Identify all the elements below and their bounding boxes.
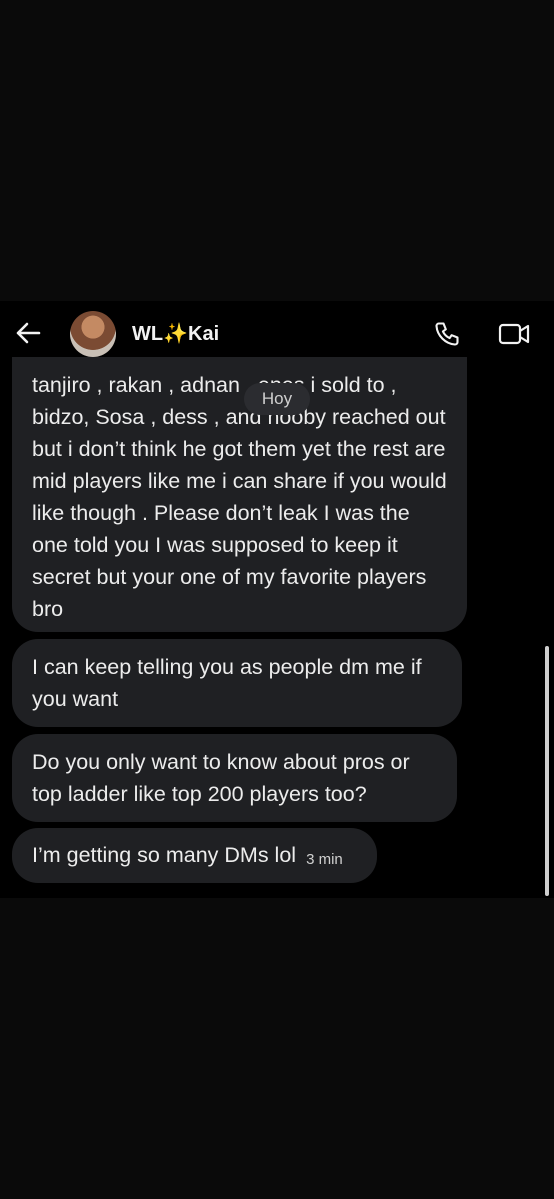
message-bubble[interactable]: I can keep telling you as people dm me i… [12,639,462,727]
message-text: tanjiro , rakan , adnan , enes i sold to… [32,373,447,621]
message-text: Do you only want to know about pros or t… [32,750,410,806]
message-text: I can keep telling you as people dm me i… [32,655,422,711]
message-text: I’m getting so many DMs lol [32,843,297,867]
phone-icon[interactable] [433,320,461,348]
chat-screen: WL✨Kai tanjiro , rakan , adnan , enes i … [0,301,554,898]
date-pill: Hoy [244,383,310,415]
avatar[interactable] [70,311,116,357]
arrow-left-icon[interactable] [14,319,42,347]
message-timestamp: 3 min [306,851,343,868]
message-bubble[interactable]: tanjiro , rakan , adnan , enes i sold to… [12,357,467,632]
message-bubble[interactable]: I’m getting so many DMs lol 3 min [12,828,377,883]
contact-name[interactable]: WL✨Kai [132,321,219,346]
scrollbar[interactable] [545,646,549,896]
message-bubble[interactable]: Do you only want to know about pros or t… [12,734,457,822]
video-camera-icon[interactable] [498,321,530,347]
